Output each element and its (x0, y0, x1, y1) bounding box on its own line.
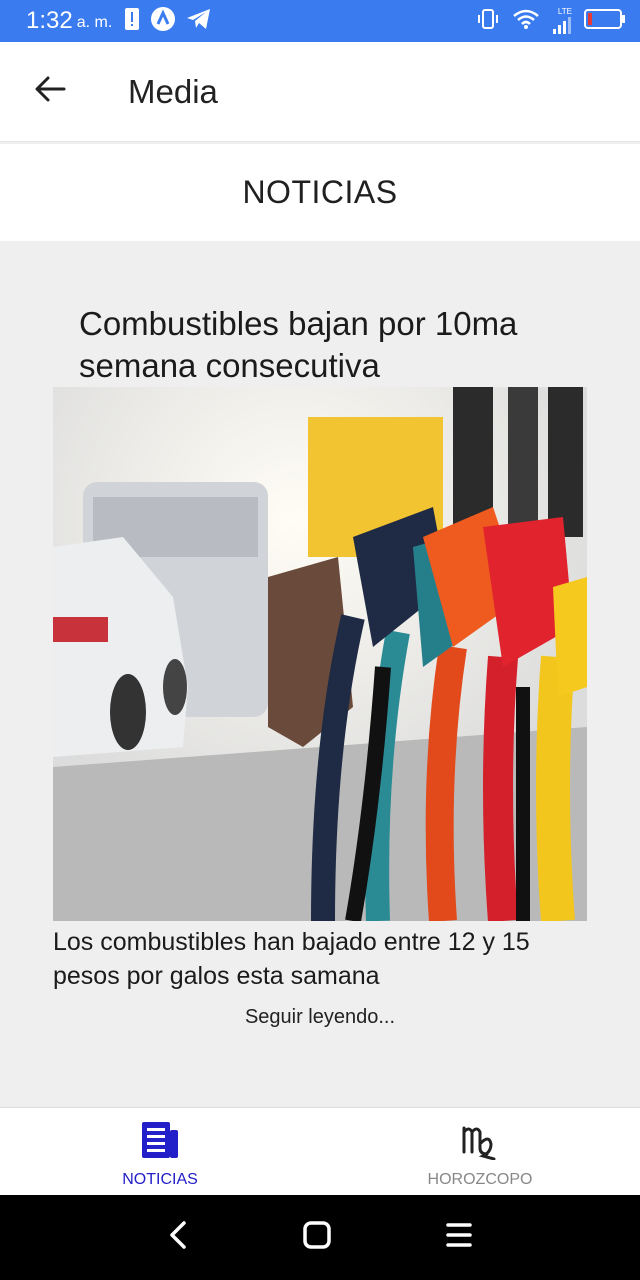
nav-label-horoscopo: HOROZCOPO (427, 1171, 533, 1188)
nav-label-noticias: NOTICIAS (122, 1171, 198, 1188)
system-nav-bar (0, 1195, 640, 1280)
telegram-icon (186, 7, 212, 36)
news-title: Combustibles bajan por 10ma semana conse… (79, 305, 518, 384)
network-type-label: LTE (557, 7, 572, 16)
app-bar: Media (0, 42, 640, 142)
wifi-icon (512, 8, 540, 35)
virgo-icon (461, 1120, 499, 1165)
status-bar: 1:32 a. m. LTE (0, 0, 640, 42)
system-home-icon[interactable] (303, 1221, 331, 1254)
notification-alert-icon (124, 7, 140, 36)
nav-tab-noticias[interactable]: NOTICIAS (0, 1108, 320, 1195)
battery-icon (584, 8, 626, 35)
arrow-left-icon (34, 75, 66, 108)
bottom-navigation: NOTICIAS HOROZCOPO (0, 1107, 640, 1195)
back-button[interactable] (0, 42, 100, 142)
app-notification-icon (150, 6, 176, 37)
read-more-link[interactable]: Seguir leyendo... (0, 1006, 640, 1029)
system-menu-icon[interactable] (446, 1221, 473, 1254)
page-title: Media (128, 72, 218, 110)
newspaper-icon (140, 1120, 180, 1165)
status-ampm: a. m. (76, 14, 113, 31)
system-back-icon[interactable] (168, 1220, 188, 1255)
section-title: NOTICIAS (0, 144, 640, 241)
signal-icon: LTE (552, 8, 572, 34)
news-card: Combustibles bajan por 10ma semana conse… (0, 241, 640, 1107)
news-image (53, 387, 587, 921)
status-time: 1:32 (26, 7, 73, 34)
news-description: Los combustibles han bajado entre 12 y 1… (53, 928, 530, 990)
vibrate-icon (476, 7, 500, 36)
nav-tab-horoscopo[interactable]: HOROZCOPO (320, 1108, 640, 1195)
